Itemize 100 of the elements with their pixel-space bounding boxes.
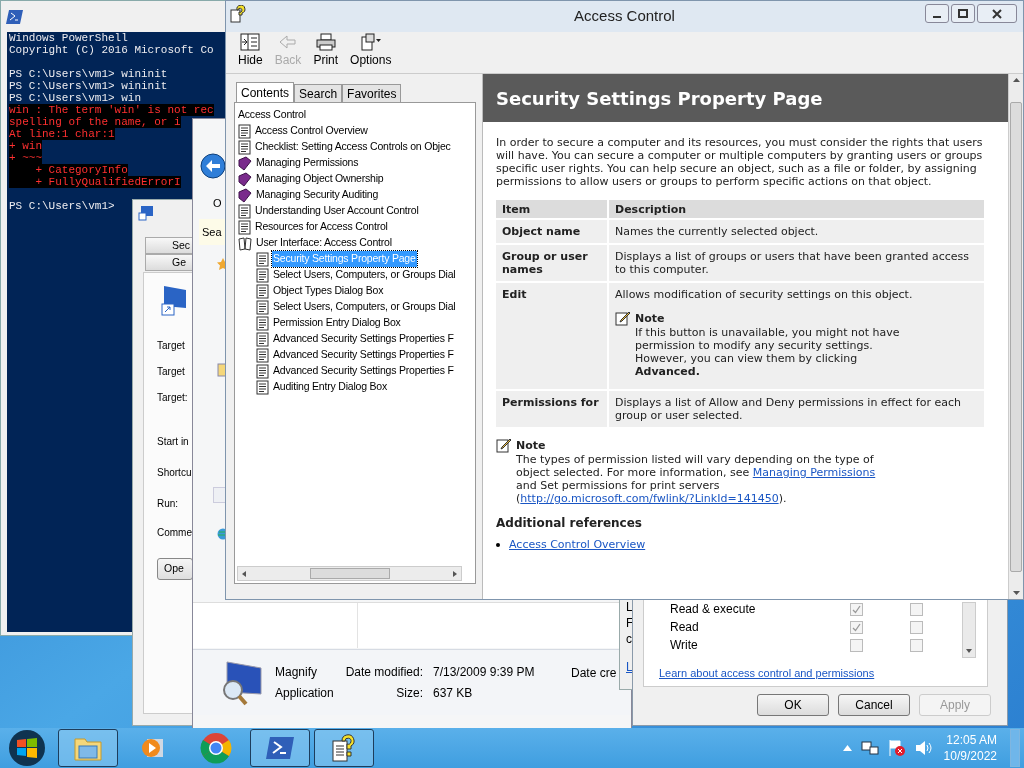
property-label: Date modified: — [345, 664, 423, 681]
taskbar-button[interactable] — [250, 729, 310, 767]
table-cell-text: Displays a list of groups or users that have been granted access to this computer. — [615, 250, 971, 276]
tree-item[interactable]: Managing Permissions — [255, 155, 360, 171]
table-cell: Object name — [502, 225, 581, 238]
tree-item[interactable]: Auditing Entry Dialog Box — [272, 379, 389, 395]
property-label: Date cre — [571, 665, 617, 682]
back-icon[interactable] — [200, 153, 226, 179]
pane-tab[interactable]: Search — [294, 84, 343, 102]
file-name: Magnify — [275, 664, 319, 681]
tree-item[interactable]: Select Users, Computers, or Groups Dial — [272, 267, 457, 283]
shortcut-icon — [138, 205, 154, 221]
horizontal-scrollbar[interactable] — [237, 566, 462, 581]
start-button[interactable] — [9, 730, 45, 766]
table-cell: Permissions for — [502, 396, 599, 409]
note-icon — [496, 437, 512, 453]
dialog-tab[interactable]: Ge — [145, 254, 195, 271]
tree-item[interactable]: Understanding User Account Control — [254, 203, 420, 219]
toolbar-button[interactable]: Print — [313, 33, 339, 69]
toolbar-button[interactable]: Hide — [238, 33, 263, 69]
windows-logo-icon — [16, 737, 38, 759]
book-icon — [238, 155, 252, 171]
text-link[interactable]: Managing Permissions — [752, 466, 876, 479]
tree-item[interactable]: Resources for Access Control — [254, 219, 389, 235]
vertical-scrollbar[interactable] — [1008, 74, 1023, 599]
tree-item[interactable]: Checklist: Setting Access Controls on Objec — [254, 139, 452, 155]
scroll-down-icon[interactable] — [1011, 588, 1021, 597]
text-fragment: c — [626, 631, 633, 647]
dialog-tab[interactable]: Sec — [145, 237, 195, 254]
speaker-icon[interactable] — [914, 740, 933, 756]
dialog-button[interactable]: OK — [757, 694, 829, 716]
tree-item[interactable]: Managing Security Auditing — [255, 187, 380, 203]
table-cell-text: Names the currently selected object. — [615, 225, 820, 238]
maximize-button[interactable] — [951, 4, 975, 23]
table-cell: Edit — [502, 288, 527, 301]
tree-item[interactable]: Advanced Security Settings Properties F — [272, 331, 455, 347]
help-link[interactable]: Learn about access control and permissions — [659, 665, 875, 682]
text-fragment: L — [626, 599, 634, 615]
tree-item[interactable]: Select Users, Computers, or Groups Dial — [272, 299, 457, 315]
taskbar-button[interactable] — [58, 729, 118, 767]
pane-tab[interactable]: Favorites — [342, 84, 402, 102]
library-icon — [217, 363, 227, 377]
permission-checkbox[interactable] — [850, 638, 863, 652]
tree-item[interactable]: Managing Object Ownership — [255, 171, 385, 187]
page-icon — [256, 299, 269, 315]
open-button[interactable]: Ope — [157, 558, 193, 580]
reference-link[interactable]: Access Control Overview — [509, 538, 646, 551]
tree-item[interactable]: User Interface: Access Control — [255, 235, 393, 251]
intro-paragraph: In order to secure a computer and its resources, you must consider the rights that users will have. You can secure a computer or multiple computers by granting users or groups specific user rights. You can help secure an object, such as a file or folder, by assigning permissions to allow users or groups to perform specific actions on that object. — [496, 136, 984, 188]
scroll-left-icon[interactable] — [240, 569, 248, 578]
permission-checkbox[interactable] — [910, 620, 923, 634]
page-icon — [256, 379, 269, 395]
note-heading: Note — [516, 438, 546, 452]
table-cell-text: Allows modification of security settings on this object. — [615, 288, 914, 301]
flag-icon[interactable] — [887, 739, 906, 757]
tree-item[interactable]: Advanced Security Settings Properties F — [272, 363, 455, 379]
scroll-up-icon[interactable] — [1011, 76, 1021, 85]
dialog-button[interactable]: Cancel — [838, 694, 910, 716]
tree-item[interactable]: Object Types Dialog Box — [272, 283, 385, 299]
options-icon — [359, 33, 382, 51]
console-line: Windows PowerShell — [9, 32, 128, 44]
page-icon — [256, 331, 269, 347]
permission-checkbox[interactable] — [910, 638, 923, 652]
menu-item[interactable]: O — [213, 195, 222, 212]
close-button[interactable] — [977, 4, 1017, 23]
permission-checkbox[interactable] — [850, 620, 863, 634]
network-icon[interactable] — [860, 740, 879, 756]
toolbar-button[interactable]: Options — [350, 33, 392, 69]
page-icon — [256, 363, 269, 379]
page-icon — [256, 347, 269, 363]
permission-checkbox[interactable] — [910, 602, 923, 616]
field-label: Start in — [157, 436, 189, 447]
table-cell-text: Displays a list of Allow and Deny permissions in effect for each group or user selected. — [615, 396, 962, 422]
tree-item[interactable]: Access Control — [237, 107, 307, 123]
minimize-button[interactable] — [925, 4, 949, 23]
bullet-icon — [496, 542, 500, 547]
property-value: 637 KB — [433, 685, 474, 702]
field-label: Shortcu — [157, 467, 192, 478]
note-heading: Note — [635, 311, 665, 325]
file-type: Application — [275, 685, 335, 702]
scrollbar[interactable] — [962, 602, 976, 658]
tree-item[interactable]: Access Control Overview — [254, 123, 369, 139]
text-link[interactable]: http://go.microsoft.com/fwlink/?LinkId=141450 — [520, 492, 779, 505]
permission-checkbox[interactable] — [850, 602, 863, 616]
scroll-right-icon[interactable] — [451, 569, 459, 578]
field-label: Target — [157, 340, 185, 351]
permission-name: Read & execute — [669, 601, 757, 618]
column-header: Item — [496, 200, 607, 218]
property-label: Size: — [396, 685, 423, 702]
permission-name: Read — [669, 619, 700, 636]
back-arrow-icon — [278, 33, 299, 51]
field-label: Run: — [157, 498, 179, 509]
page-icon — [256, 283, 269, 299]
taskbar-button[interactable] — [314, 729, 374, 767]
tree-item[interactable]: Advanced Security Settings Properties F — [272, 347, 455, 363]
close-icon — [992, 8, 1002, 19]
pane-tab[interactable]: Contents — [236, 82, 295, 102]
permission-name: Write — [669, 637, 699, 654]
tree-item[interactable]: Permission Entry Dialog Box — [272, 315, 402, 331]
show-hidden-icon[interactable] — [842, 745, 852, 751]
